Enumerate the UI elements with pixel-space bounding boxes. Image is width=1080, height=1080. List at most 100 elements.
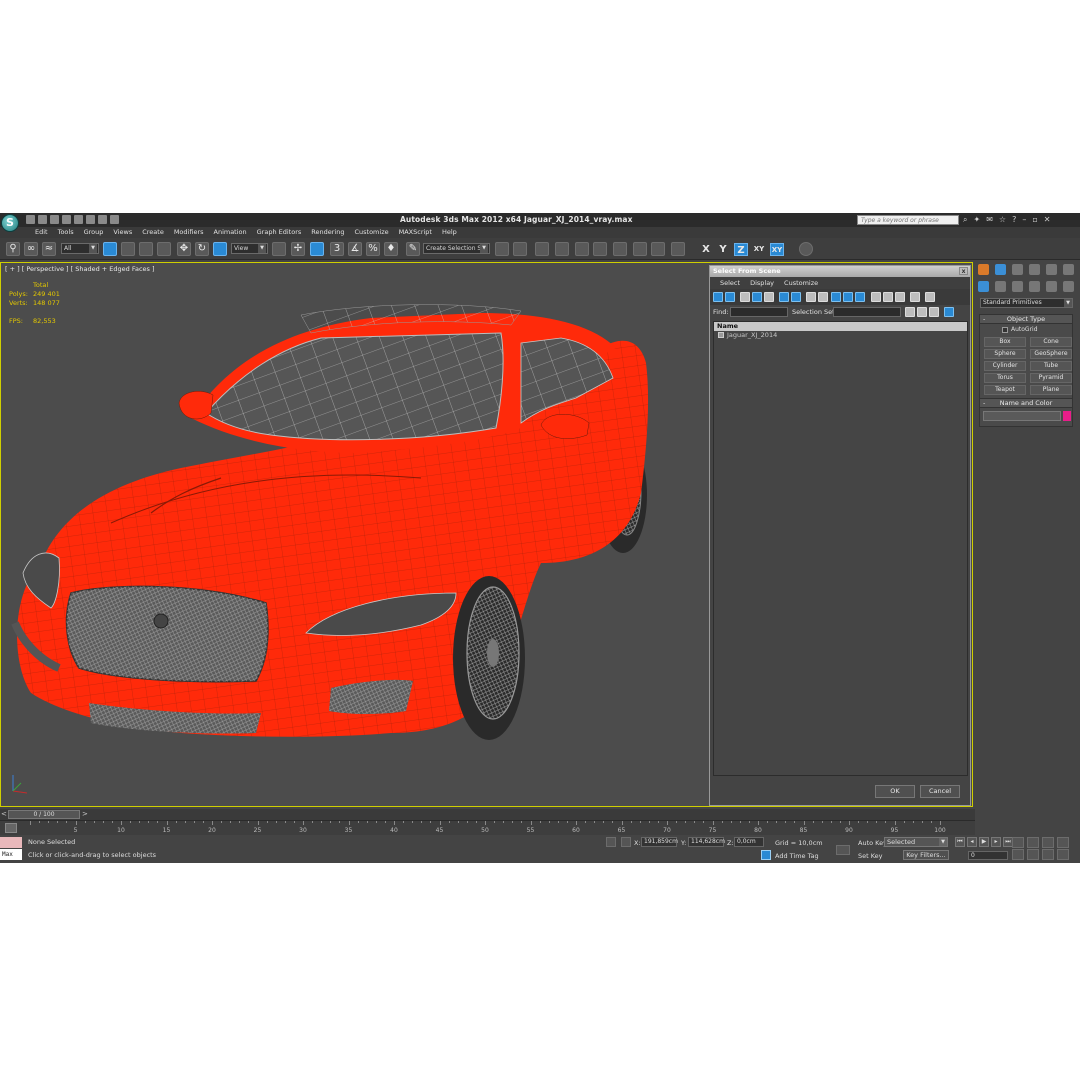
select-influences-icon[interactable] — [929, 307, 939, 317]
display-helpers-icon[interactable] — [764, 292, 774, 302]
dialog-title-bar[interactable]: Select From Scene x — [710, 266, 970, 277]
auto-key-button[interactable]: Auto Key — [858, 839, 887, 847]
menu-modifiers[interactable]: Modifiers — [169, 228, 209, 237]
material-editor-icon[interactable] — [613, 242, 627, 256]
layer-manager-icon[interactable] — [535, 242, 549, 256]
menu-maxscript[interactable]: MAXScript — [394, 228, 437, 237]
menu-rendering[interactable]: Rendering — [306, 228, 349, 237]
next-frame-icon[interactable]: ▸ — [991, 837, 1001, 847]
name-and-color-header[interactable]: Name and Color — [980, 399, 1072, 408]
pyramid-button[interactable]: Pyramid — [1030, 373, 1072, 383]
teapot-button[interactable]: Teapot — [984, 385, 1026, 395]
display-children-icon[interactable] — [944, 307, 954, 317]
snaps-toggle-icon[interactable]: 3 — [330, 242, 344, 256]
spinner-snap-icon[interactable]: ♦ — [384, 242, 398, 256]
current-frame-field[interactable]: 0 — [968, 851, 1008, 860]
select-none-icon[interactable] — [895, 292, 905, 302]
new-file-icon[interactable] — [26, 215, 35, 224]
bind-space-warp-icon[interactable]: ≈ — [42, 242, 56, 256]
window-crossing-icon[interactable] — [157, 242, 171, 256]
dialog-menu-customize[interactable]: Customize — [784, 277, 818, 289]
lock-selection-icon[interactable] — [606, 837, 616, 847]
curve-editor-icon[interactable] — [575, 242, 589, 256]
display-none-icon[interactable] — [843, 292, 853, 302]
set-key-button[interactable]: Set Key — [858, 852, 883, 860]
time-tag-icon[interactable] — [761, 850, 771, 860]
zoom-icon[interactable] — [1012, 837, 1024, 848]
save-file-icon[interactable] — [50, 215, 59, 224]
scale-icon[interactable] — [213, 242, 227, 256]
name-column-header[interactable]: Name — [714, 322, 967, 331]
display-lights-icon[interactable] — [740, 292, 750, 302]
communication-icon[interactable]: ✉ — [986, 215, 993, 225]
plane-button[interactable]: Plane — [1030, 385, 1072, 395]
zoom-extents-all-icon[interactable] — [1057, 837, 1069, 848]
modify-tab-icon[interactable] — [995, 264, 1006, 275]
display-invert-icon[interactable] — [855, 292, 865, 302]
viewport-label[interactable]: [ + ] [ Perspective ] [ Shaded + Edged F… — [5, 265, 155, 273]
primitive-category-dropdown[interactable]: Standard Primitives — [980, 298, 1073, 308]
menu-animation[interactable]: Animation — [209, 228, 252, 237]
percent-snap-icon[interactable]: % — [366, 242, 380, 256]
menu-tools[interactable]: Tools — [53, 228, 79, 237]
helpers-icon[interactable] — [1046, 281, 1057, 292]
dialog-close-button[interactable]: x — [959, 267, 968, 275]
zoom-all-icon[interactable] — [1027, 837, 1039, 848]
orbit-icon[interactable] — [1042, 849, 1054, 860]
utilities-tab-icon[interactable] — [1063, 264, 1074, 275]
display-all-icon[interactable] — [831, 292, 841, 302]
go-to-start-icon[interactable]: ⏮ — [955, 837, 965, 847]
cancel-button[interactable]: Cancel — [920, 785, 960, 798]
geosphere-button[interactable]: GeoSphere — [1030, 349, 1072, 359]
display-bones-icon[interactable] — [818, 292, 828, 302]
filter-icon[interactable] — [910, 292, 920, 302]
z-coord-field[interactable]: 0,0cm — [734, 837, 764, 847]
restore-icon[interactable]: ▫ — [1032, 215, 1037, 225]
filter-options-icon[interactable] — [925, 292, 935, 302]
box-button[interactable]: Box — [984, 337, 1026, 347]
pivot-center-icon[interactable] — [272, 242, 286, 256]
unlink-icon[interactable]: ∞ — [24, 242, 38, 256]
search-icon[interactable]: ⌕ — [963, 215, 967, 225]
maxscript-listener-output[interactable] — [0, 837, 22, 848]
display-shapes-icon[interactable] — [725, 292, 735, 302]
help-icon[interactable]: ? — [1012, 215, 1016, 225]
axis-xy-plane-button[interactable]: XY — [770, 243, 784, 256]
subscription-icon[interactable]: ✦ — [973, 215, 980, 225]
select-and-link-icon[interactable]: ⚲ — [6, 242, 20, 256]
application-button-icon[interactable]: S — [1, 214, 19, 232]
rotate-icon[interactable]: ↻ — [195, 242, 209, 256]
render-production-icon[interactable] — [671, 242, 685, 256]
select-by-name-icon[interactable] — [121, 242, 135, 256]
keyboard-shortcut-override-icon[interactable] — [310, 242, 324, 256]
key-mode-dropdown[interactable]: Selected — [884, 837, 948, 847]
cone-button[interactable]: Cone — [1030, 337, 1072, 347]
list-item[interactable]: Jaguar_XJ_2014 — [714, 331, 967, 340]
project-folder-icon[interactable] — [110, 215, 119, 224]
time-slider[interactable]: 0 / 100 — [8, 810, 80, 819]
selection-filter-dropdown[interactable]: All — [61, 243, 99, 254]
maxscript-listener-input[interactable]: Max — [0, 849, 22, 860]
mini-curve-editor-icon[interactable] — [5, 823, 17, 833]
display-cameras-icon[interactable] — [752, 292, 762, 302]
play-icon[interactable]: ▶ — [979, 837, 989, 847]
space-warps-icon[interactable] — [1063, 281, 1074, 292]
create-tab-icon[interactable] — [978, 264, 989, 275]
undo-icon[interactable] — [62, 215, 71, 224]
display-tab-icon[interactable] — [1046, 264, 1057, 275]
zoom-extents-icon[interactable] — [1042, 837, 1054, 848]
tube-button[interactable]: Tube — [1030, 361, 1072, 371]
next-frame-arrow[interactable]: > — [82, 810, 88, 818]
selection-set-dropdown[interactable] — [833, 307, 901, 317]
axis-x-button[interactable]: X — [699, 243, 713, 256]
absolute-mode-icon[interactable] — [621, 837, 631, 847]
axis-z-button[interactable]: Z — [734, 243, 748, 256]
maximize-viewport-icon[interactable] — [1057, 849, 1069, 860]
menu-graph-editors[interactable]: Graph Editors — [252, 228, 307, 237]
move-icon[interactable]: ✥ — [177, 242, 191, 256]
edit-named-selection-icon[interactable]: ✎ — [406, 242, 420, 256]
align-icon[interactable] — [513, 242, 527, 256]
angle-snap-icon[interactable]: ∡ — [348, 242, 362, 256]
redo-icon[interactable] — [74, 215, 83, 224]
cylinder-button[interactable]: Cylinder — [984, 361, 1026, 371]
